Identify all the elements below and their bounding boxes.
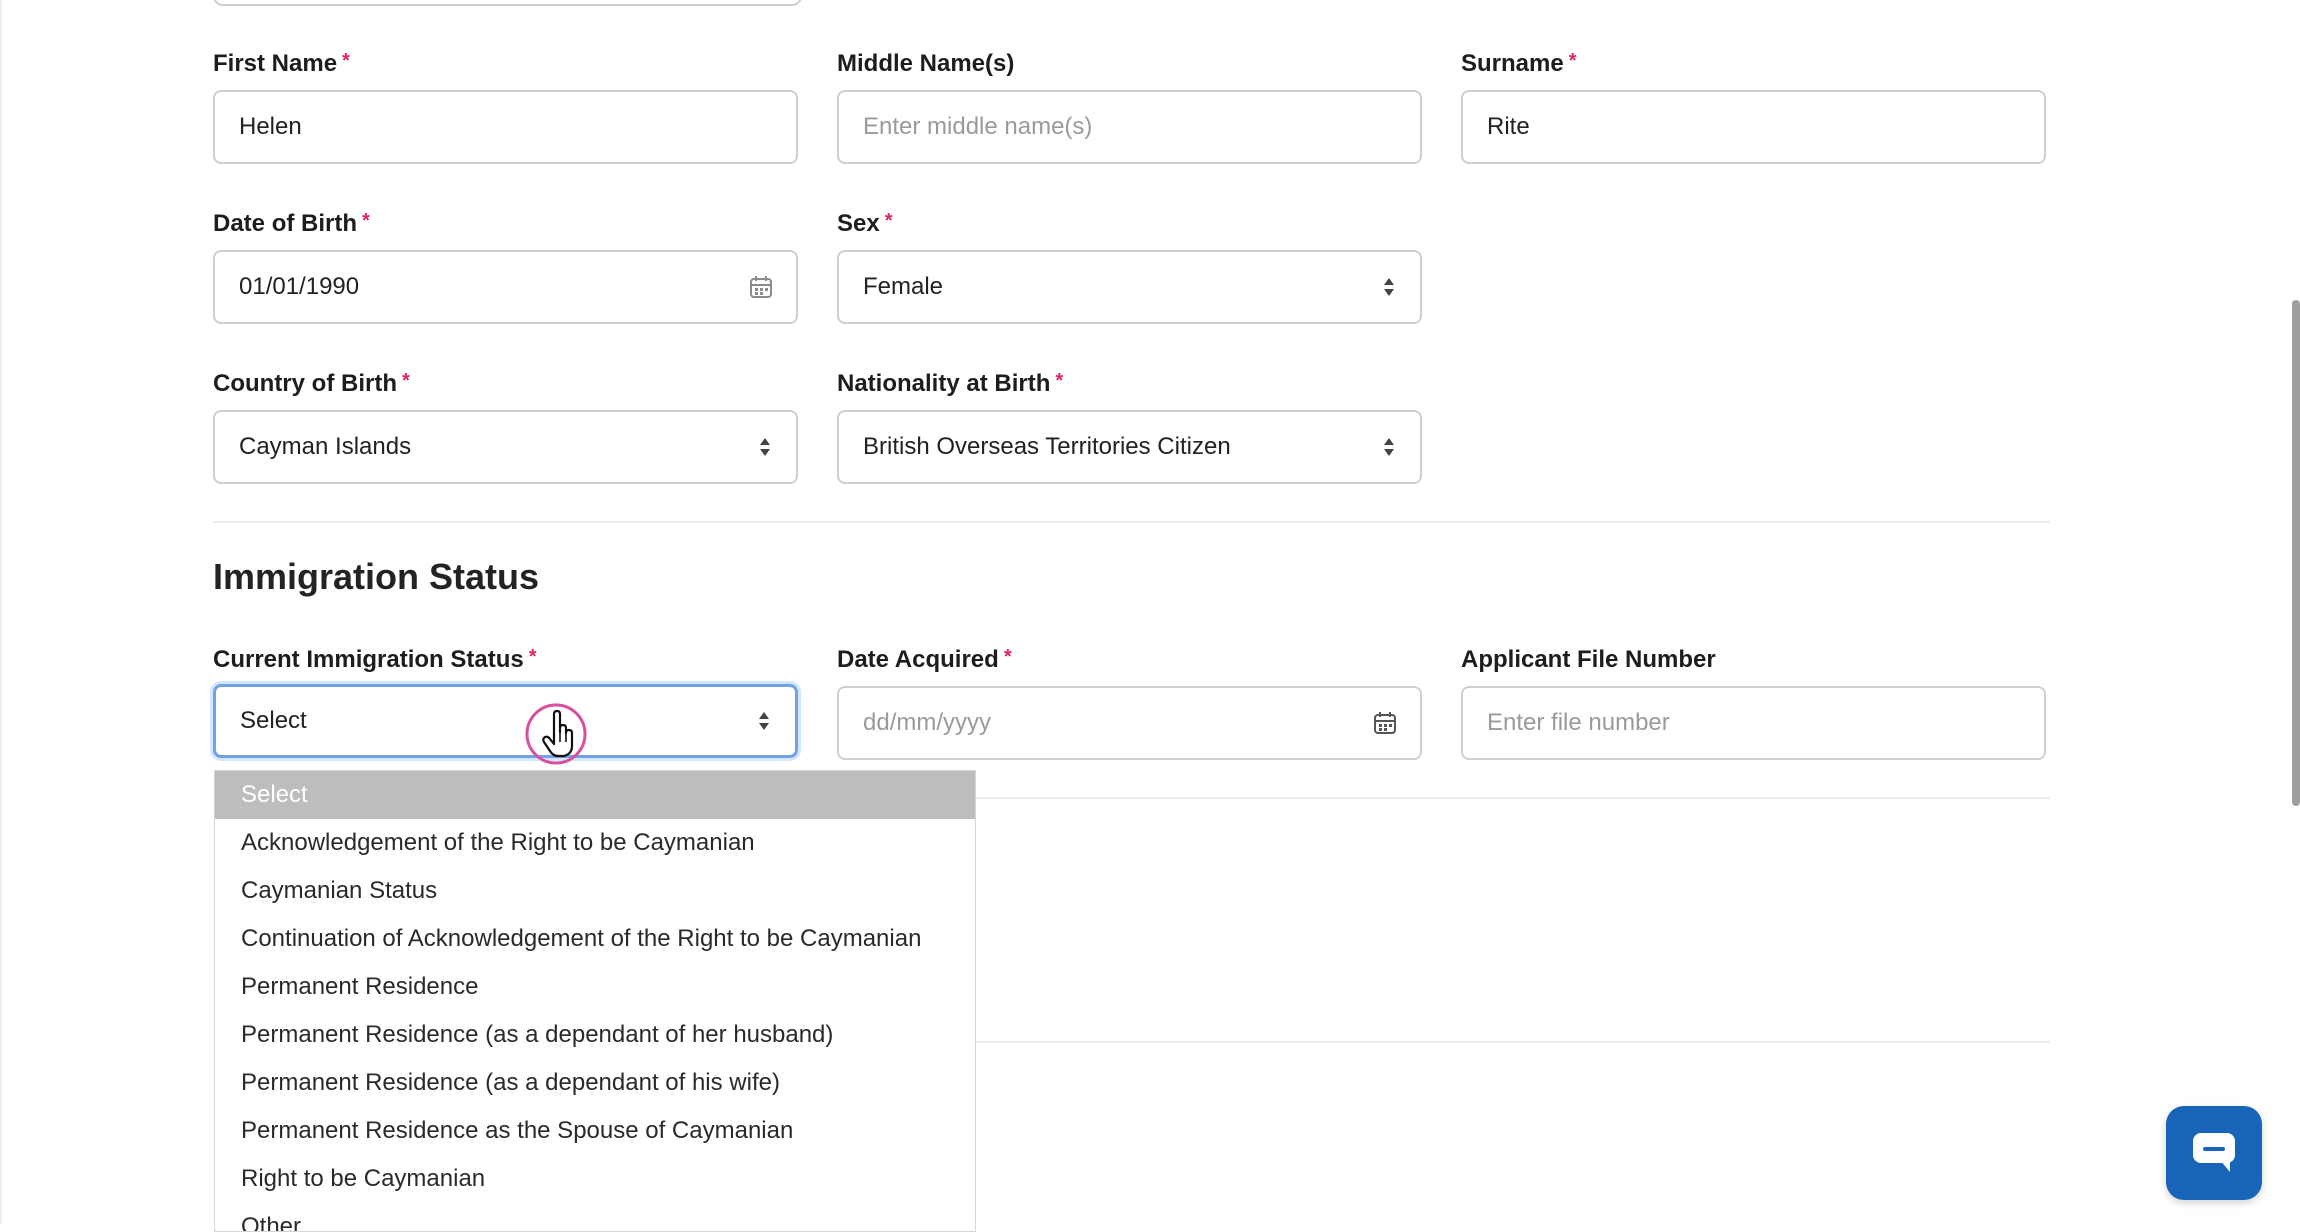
dropdown-option[interactable]: Other (215, 1203, 975, 1231)
country-of-birth-label: Country of Birth * (213, 370, 410, 398)
dropdown-option[interactable]: Permanent Residence (215, 963, 975, 1011)
required-mark: * (342, 50, 350, 72)
current-status-select[interactable]: Select (213, 684, 798, 758)
calendar-icon[interactable] (748, 274, 774, 300)
country-of-birth-label-text: Country of Birth (213, 370, 397, 397)
first-name-label-text: First Name (213, 50, 338, 77)
country-of-birth-value: Cayman Islands (239, 433, 412, 460)
first-name-value: Helen (239, 113, 302, 140)
middle-name-placeholder: Enter middle name(s) (863, 113, 1093, 140)
surname-value: Rite (1487, 113, 1530, 140)
updown-arrows-icon (760, 438, 770, 456)
dropdown-option[interactable]: Permanent Residence as the Spouse of Cay… (215, 1107, 975, 1155)
updown-arrows-icon (759, 712, 769, 730)
required-mark: * (1568, 50, 1577, 72)
file-number-placeholder: Enter file number (1487, 709, 1670, 736)
dropdown-option[interactable]: Permanent Residence (as a dependant of h… (215, 1011, 975, 1059)
date-acquired-label-text: Date Acquired (837, 646, 999, 673)
surname-input[interactable]: Rite (1461, 90, 2046, 164)
dropdown-option[interactable]: Select (215, 771, 975, 819)
required-mark: * (528, 646, 537, 668)
middle-name-input[interactable]: Enter middle name(s) (837, 90, 1422, 164)
middle-name-label-text: Middle Name(s) (837, 50, 1015, 77)
previous-field-edge (213, 0, 802, 6)
date-acquired-input[interactable]: dd/mm/yyyy (837, 686, 1422, 760)
section-divider (213, 521, 2050, 523)
current-status-value: Select (240, 707, 307, 734)
file-number-label-text: Applicant File Number (1461, 646, 1716, 673)
immigration-section-title: Immigration Status (213, 556, 540, 597)
dob-value: 01/01/1990 (239, 273, 360, 300)
dob-input[interactable]: 01/01/1990 (213, 250, 798, 324)
sex-label-text: Sex (837, 210, 880, 237)
date-acquired-placeholder: dd/mm/yyyy (863, 709, 992, 736)
updown-arrows-icon (1384, 438, 1394, 456)
country-of-birth-select[interactable]: Cayman Islands (213, 410, 798, 484)
first-name-input[interactable]: Helen (213, 90, 798, 164)
hand-pointer-icon (525, 703, 587, 765)
chat-bubble-icon (2193, 1133, 2235, 1172)
current-status-label-text: Current Immigration Status (213, 646, 524, 673)
updown-arrows-icon (1384, 278, 1394, 296)
dropdown-option[interactable]: Acknowledgement of the Right to be Cayma… (215, 819, 975, 867)
middle-name-label: Middle Name(s) (837, 50, 1014, 78)
surname-label-text: Surname (1461, 50, 1564, 77)
required-mark: * (884, 210, 893, 232)
page-edge (0, 0, 2, 1224)
surname-label: Surname * (1461, 50, 1577, 78)
nationality-select[interactable]: British Overseas Territories Citizen (837, 410, 1422, 484)
page-scrollbar-thumb[interactable] (2292, 300, 2300, 806)
file-number-input[interactable]: Enter file number (1461, 686, 2046, 760)
required-mark: * (401, 370, 410, 392)
sex-select[interactable]: Female (837, 250, 1422, 324)
nationality-label: Nationality at Birth * (837, 370, 1063, 398)
calendar-icon[interactable] (1372, 710, 1398, 736)
required-mark: * (1003, 646, 1012, 668)
dropdown-option[interactable]: Continuation of Acknowledgement of the R… (215, 915, 975, 963)
sex-value: Female (863, 273, 944, 300)
first-name-label: First Name * (213, 50, 350, 78)
chat-button[interactable] (2166, 1106, 2262, 1200)
dropdown-option[interactable]: Permanent Residence (as a dependant of h… (215, 1059, 975, 1107)
required-mark: * (362, 210, 370, 232)
required-mark: * (1055, 370, 1064, 392)
dob-label-text: Date of Birth (213, 210, 357, 237)
dropdown-option[interactable]: Right to be Caymanian (215, 1155, 975, 1203)
current-status-dropdown[interactable]: Select Acknowledgement of the Right to b… (214, 770, 976, 1232)
nationality-value: British Overseas Territories Citizen (863, 433, 1231, 460)
nationality-label-text: Nationality at Birth (837, 370, 1051, 397)
dob-label: Date of Birth * (213, 210, 370, 238)
date-acquired-label: Date Acquired * (837, 646, 1012, 674)
file-number-label: Applicant File Number (1461, 646, 1716, 674)
sex-label: Sex * (837, 210, 893, 238)
dropdown-option[interactable]: Caymanian Status (215, 867, 975, 915)
current-status-label: Current Immigration Status * (213, 646, 537, 674)
